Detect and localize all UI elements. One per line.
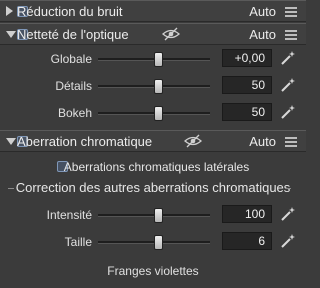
slider-row-size: Taille 6 [0, 231, 306, 253]
section-header-noise-reduction[interactable]: Réduction du bruit Auto [0, 0, 306, 22]
magic-wand-icon[interactable] [280, 77, 296, 93]
value-field[interactable]: +0,00 [222, 49, 272, 67]
slider-row-intensity: Intensité 100 [0, 204, 306, 226]
purple-fringe-label[interactable]: Franges violettes [0, 264, 306, 278]
subgroup-title: Correction des autres aberrations chroma… [15, 180, 291, 195]
menu-handle-icon[interactable] [285, 6, 297, 18]
value-field[interactable]: 50 [222, 76, 272, 94]
slider-label: Taille [64, 235, 92, 249]
section-title: Réduction du bruit [17, 4, 123, 19]
slider-row-bokeh: Bokeh 50 [0, 102, 306, 124]
magic-wand-icon[interactable] [280, 233, 296, 249]
value-field[interactable]: 6 [222, 232, 272, 250]
collapse-arrow-icon[interactable] [6, 6, 13, 16]
hide-preview-icon[interactable] [162, 27, 180, 41]
magic-wand-icon[interactable] [280, 104, 296, 120]
section-header-lens-sharpness[interactable]: Netteté de l'optique Auto [0, 23, 306, 45]
subgroup-divider-right [285, 188, 291, 189]
slider-label: Globale [50, 52, 92, 66]
lateral-aberration-option[interactable]: Aberrations chromatiques latérales [0, 160, 306, 178]
auto-mode-label[interactable]: Auto [249, 134, 276, 149]
slider-label: Bokeh [57, 106, 92, 120]
magic-wand-icon[interactable] [280, 50, 296, 66]
magic-wand-icon[interactable] [280, 206, 296, 222]
slider-label: Intensité [46, 208, 92, 222]
section-title: Netteté de l'optique [17, 27, 129, 42]
slider-thumb[interactable] [154, 52, 163, 67]
lateral-aberration-label: Aberrations chromatiques latérales [63, 160, 250, 174]
slider-thumb[interactable] [154, 235, 163, 250]
menu-handle-icon[interactable] [285, 29, 297, 41]
hide-preview-icon[interactable] [184, 134, 202, 148]
slider-label: Détails [55, 79, 92, 93]
slider-thumb[interactable] [154, 106, 163, 121]
slider-thumb[interactable] [154, 79, 163, 94]
value-field[interactable]: 100 [222, 205, 272, 223]
slider-row-global: Globale +0,00 [0, 48, 306, 70]
slider-thumb[interactable] [154, 208, 163, 223]
expand-arrow-icon[interactable] [6, 31, 16, 38]
auto-mode-label[interactable]: Auto [249, 4, 276, 19]
value-field[interactable]: 50 [222, 103, 272, 121]
section-title: Aberration chromatique [17, 134, 153, 149]
expand-arrow-icon[interactable] [6, 138, 16, 145]
auto-mode-label[interactable]: Auto [249, 27, 276, 42]
menu-handle-icon[interactable] [285, 136, 297, 148]
slider-row-details: Détails 50 [0, 75, 306, 97]
section-header-chromatic-aberration[interactable]: Aberration chromatique Auto [0, 130, 306, 152]
